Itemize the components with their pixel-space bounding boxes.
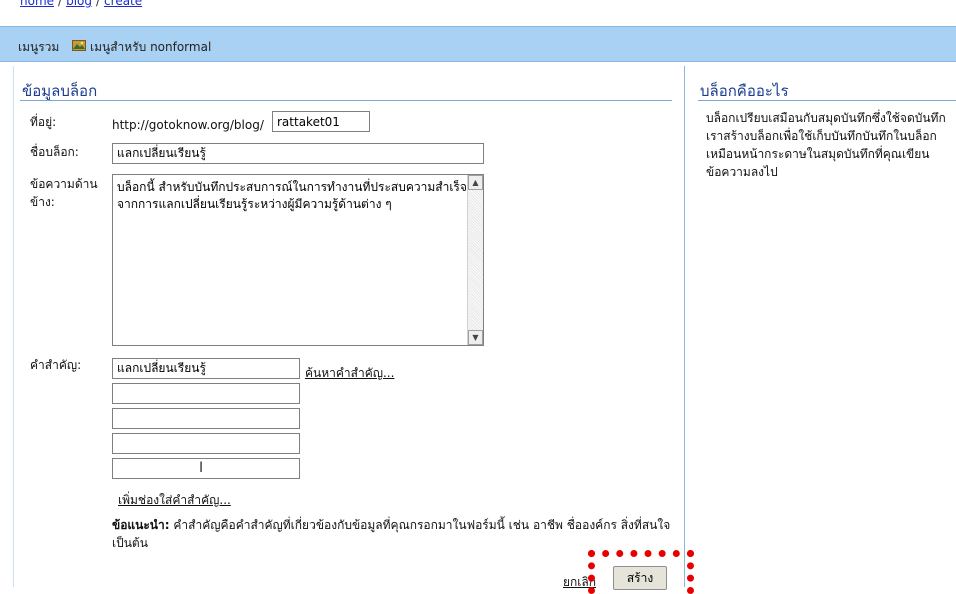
- breadcrumb-separator: /: [58, 0, 63, 8]
- breadcrumb-home[interactable]: home: [20, 0, 54, 8]
- side-text-label: ข้อความด้านข้าง:: [30, 177, 98, 209]
- keyword-input-2[interactable]: [112, 383, 300, 404]
- keyword-input-4[interactable]: [112, 433, 300, 454]
- hint-label: ข้อแนะนำ:: [112, 518, 170, 532]
- text-cursor-icon: Ι: [199, 460, 204, 476]
- keyword-hint: ข้อแนะนำ: คำสำคัญคือคำสำคัญที่เกี่ยวข้อง…: [112, 516, 672, 552]
- blog-info-rule: [20, 100, 672, 101]
- keywords-label: คำสำคัญ:: [30, 358, 82, 372]
- main-menu-link[interactable]: เมนูรวม: [18, 38, 59, 57]
- keyword-input-1[interactable]: [112, 358, 300, 379]
- breadcrumb-separator: /: [96, 0, 101, 8]
- address-label: ที่อยู่:: [30, 115, 57, 129]
- hint-text: คำสำคัญคือคำสำคัญที่เกี่ยวข้องกับข้อมูลท…: [112, 518, 671, 550]
- blog-name-label: ชื่อบล็อก:: [30, 145, 79, 159]
- side-text-content: บล็อกนี้ สำหรับบันทึกประสบการณ์ในการทำงา…: [117, 180, 467, 211]
- breadcrumb-create[interactable]: create: [104, 0, 142, 8]
- what-is-blog-rule: [698, 100, 956, 101]
- blog-name-input[interactable]: [112, 143, 484, 164]
- column-divider: [684, 66, 685, 587]
- left-border: [13, 66, 14, 587]
- what-is-blog-text: บล็อกเปรียบเสมือนกับสมุดบันทึกซึ่งใช้จดบ…: [706, 111, 946, 179]
- keyword-input-3[interactable]: [112, 408, 300, 429]
- side-text-textarea[interactable]: บล็อกนี้ สำหรับบันทึกประสบการณ์ในการทำงา…: [112, 174, 484, 346]
- keyword-input-5[interactable]: [112, 458, 300, 479]
- breadcrumb-blog[interactable]: blog: [66, 0, 92, 8]
- address-prefix: http://gotoknow.org/blog/: [112, 118, 264, 132]
- search-keywords-link[interactable]: ค้นหาคำสำคัญ...: [305, 364, 394, 383]
- breadcrumb: home / blog / create: [20, 0, 142, 8]
- folder-image-icon: [72, 40, 86, 51]
- create-button-highlight: [588, 550, 694, 594]
- nonformal-menu-link[interactable]: เมนูสำหรับ nonformal: [90, 38, 211, 57]
- scroll-up-arrow-icon[interactable]: ▲: [468, 175, 483, 190]
- add-keyword-link[interactable]: เพิ่มช่องใส่คำสำคัญ...: [118, 491, 231, 510]
- menu-bar: เมนูรวม เมนูสำหรับ nonformal: [0, 26, 956, 62]
- textarea-scrollbar[interactable]: ▲ ▼: [467, 175, 483, 345]
- scroll-down-arrow-icon[interactable]: ▼: [468, 330, 483, 345]
- address-input[interactable]: [272, 111, 370, 132]
